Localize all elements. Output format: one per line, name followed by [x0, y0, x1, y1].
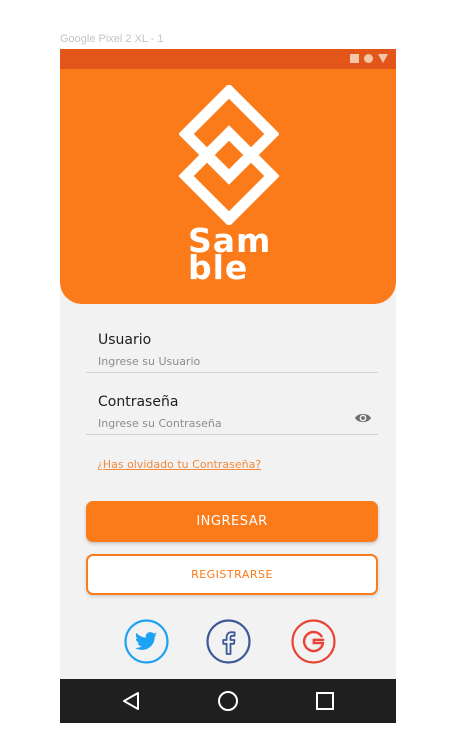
brand-line-2: ble [188, 248, 249, 287]
logo-icon [179, 85, 279, 225]
twitter-icon [124, 619, 169, 664]
status-icons [350, 54, 388, 63]
password-label: Contraseña [98, 394, 179, 410]
register-button[interactable]: REGISTRARSE [86, 554, 378, 595]
header-banner: Sam ble [60, 69, 396, 304]
google-button[interactable] [291, 619, 336, 664]
eye-icon[interactable] [354, 411, 372, 425]
google-icon [291, 619, 336, 664]
password-input[interactable] [86, 413, 378, 435]
recents-icon[interactable] [313, 689, 337, 713]
status-bar [60, 49, 396, 69]
triangle-icon [378, 54, 388, 63]
navigation-bar [60, 679, 396, 723]
artboard-label: Google Pixel 2 XL - 1 [60, 33, 164, 45]
username-input[interactable] [86, 351, 378, 373]
facebook-button[interactable] [206, 619, 251, 664]
facebook-icon [206, 619, 251, 664]
brand-wordmark: Sam ble [188, 224, 298, 287]
twitter-button[interactable] [124, 619, 169, 664]
square-icon [350, 54, 359, 63]
phone-screen: Sam ble Usuario Contraseña ¿Has olvidado… [60, 49, 396, 723]
back-icon[interactable] [119, 689, 143, 713]
login-button[interactable]: INGRESAR [86, 501, 378, 542]
home-icon[interactable] [216, 689, 240, 713]
circle-icon [364, 54, 373, 63]
username-label: Usuario [98, 332, 152, 348]
forgot-password-link[interactable]: ¿Has olvidado tu Contraseña? [97, 458, 261, 471]
